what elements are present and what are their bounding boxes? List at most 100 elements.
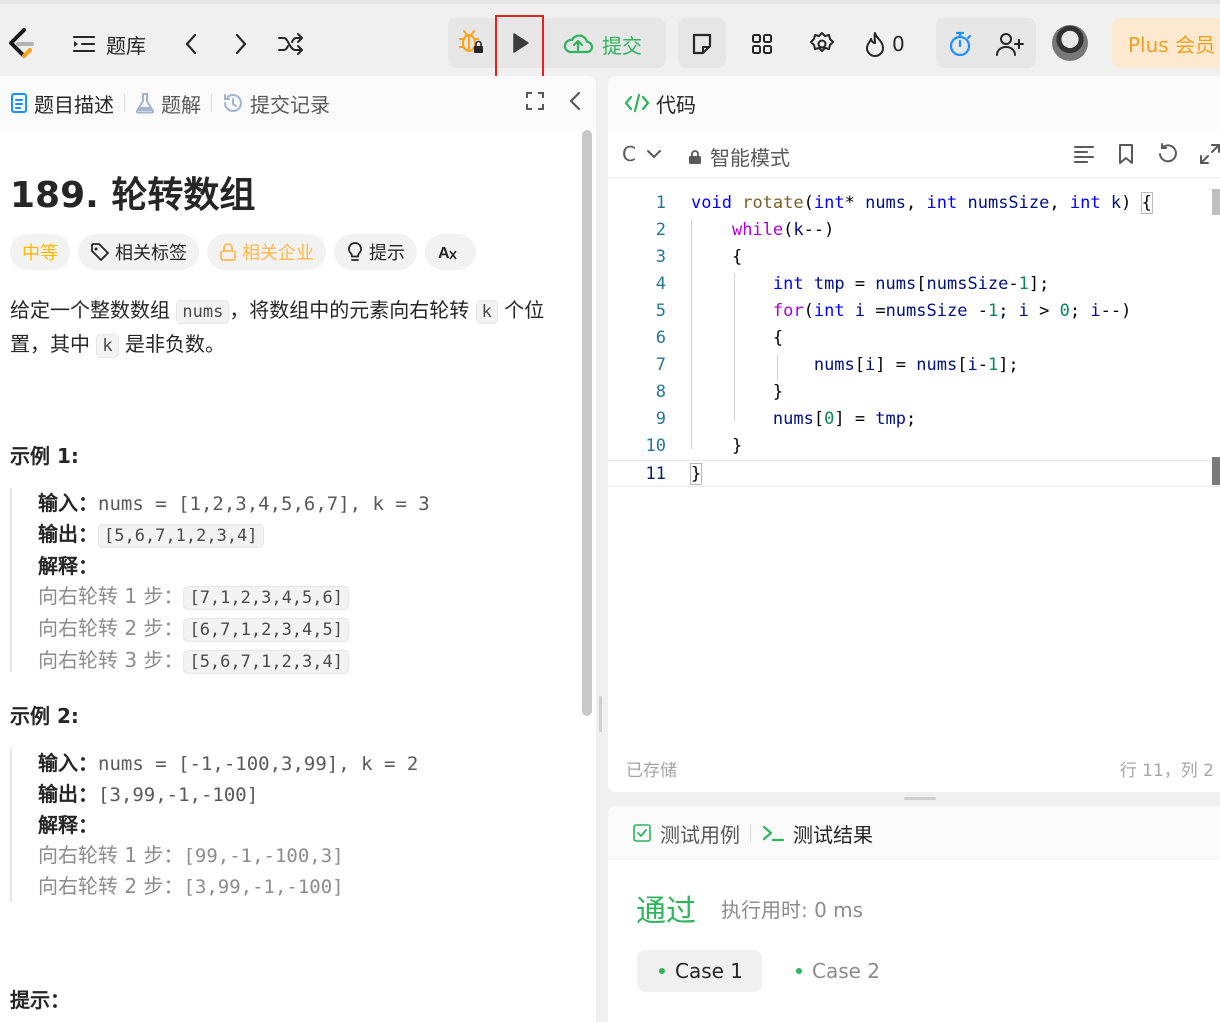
explanation-label: 解释： [38,554,98,578]
settings-button[interactable] [802,24,842,64]
reset-icon[interactable] [1156,142,1180,166]
streak-count: 0 [892,32,905,56]
hint-button[interactable]: 提示 [334,234,417,270]
tab-submissions[interactable]: 提交记录 [216,89,336,118]
run-button-highlight [495,15,544,78]
output-value: [3,99,-1,-100] [98,784,259,806]
code-line: 2 while(k--) [608,217,1220,244]
timer-button[interactable] [940,24,980,64]
step-value: [5,6,7,1,2,3,4] [183,650,349,674]
panel-resize-handle[interactable] [599,696,602,732]
smart-mode-toggle[interactable]: 智能模式 [688,142,790,171]
chevron-down-icon [646,150,661,159]
tab-test-result-label: 测试结果 [793,822,873,847]
tab-description[interactable]: 题目描述 [4,89,120,118]
plus-membership-button[interactable]: Plus 会员 [1112,18,1220,68]
layout-button[interactable] [742,24,782,64]
editor-title: 代码 [656,92,696,117]
tab-testcase[interactable]: 测试用例 [626,819,746,848]
submit-label: 提交 [602,33,642,58]
collapse-panel-icon[interactable] [568,90,582,112]
history-icon [224,94,242,112]
example-output-row: 输出：[3,99,-1,-100] [38,779,418,810]
prev-problem-button[interactable] [178,30,204,58]
format-code-icon[interactable] [1072,142,1096,166]
related-tags-button[interactable]: 相关标签 [78,234,199,270]
streak-counter[interactable]: 0 [864,26,905,62]
random-problem-button[interactable] [276,30,306,58]
code-editor-panel: 代码 C 智能模式 1 void rotate(int* nums, int nu… [608,76,1220,792]
tab-test-result[interactable]: 测试结果 [755,819,879,848]
code-line: 3 { [608,244,1220,271]
bookmark-icon[interactable] [1114,142,1138,166]
editor-overview-marker [1212,457,1220,485]
grid-icon [752,34,772,54]
top-navigation-bar: 题库 提交 0 Plus 会员 [0,0,1220,78]
debug-button[interactable] [452,22,492,64]
description-scrollbar[interactable] [582,130,592,716]
problem-tags: 中等 相关标签 相关企业 提示 A [10,234,476,270]
language-label: C [622,142,636,166]
editor-header: 代码 [608,76,1220,130]
tab-solutions[interactable]: 题解 [129,89,207,118]
step-value: [6,7,1,2,3,4,5] [183,618,349,642]
step-value: [7,1,2,3,4,5,6] [183,586,349,610]
related-companies-button[interactable]: 相关企业 [207,234,326,270]
constraints-title: 提示： [10,988,70,1012]
document-icon [11,93,27,113]
list-icon [73,36,95,52]
cloud-upload-icon [563,34,594,54]
expand-icon[interactable] [1198,142,1220,166]
inline-code: nums [176,300,230,324]
line-number: 3 [655,247,666,267]
translate-button[interactable]: A [425,234,476,270]
case-tab-2[interactable]: Case 2 [788,950,880,992]
output-value: [5,6,7,1,2,3,4] [98,524,264,548]
fullscreen-icon[interactable] [524,90,546,112]
editor-resize-handle[interactable] [904,797,936,800]
case-tab-1[interactable]: Case 1 [637,950,762,992]
tag-icon [91,243,109,261]
tab-separator [750,824,751,842]
line-number: 4 [655,274,666,294]
input-label: 输入： [38,491,98,515]
leetcode-logo-icon[interactable] [4,24,38,64]
code-line: 7 nums[i] = nums[i-1]; [608,352,1220,379]
example-2-title: 示例 2: [10,704,79,728]
step-text: 向右轮转 3 步： [38,648,184,672]
step-value: [99,-1,-100,3] [183,845,344,867]
code-editor[interactable]: 1 void rotate(int* nums, int numsSize, in… [608,179,1220,739]
step-text: 向右轮转 2 步： [38,874,184,898]
editor-status-bar: 已存储 行 11，列 2 [608,752,1220,792]
explanation-step: 向右轮转 3 步： [5,6,7,1,2,3,4] [38,645,430,677]
cursor-position: 行 11，列 2 [1119,761,1214,781]
line-number: 11 [645,464,666,484]
problem-title: 189. 轮转数组 [10,175,256,216]
code-line: 4 int tmp = nums[numsSize-1]; [608,271,1220,298]
problem-panel: 题目描述 题解 提交记录 189. 轮转数组 中等 相关标签 相关企业 提示 A… [0,76,596,1022]
step-text: 向右轮转 1 步： [38,584,184,608]
explanation-step: 向右轮转 2 步：[3,99,-1,-100] [38,871,418,902]
code-line-current: 11} [608,460,1220,487]
explanation-step: 向右轮转 1 步： [7,1,2,3,4,5,6] [38,581,430,613]
language-select[interactable]: C [622,142,662,166]
pass-dot-icon [796,968,802,974]
invite-button[interactable] [988,24,1032,64]
inline-code: k [475,300,498,324]
step-value: [3,99,-1,-100] [183,876,344,898]
add-user-icon [996,33,1024,56]
chevron-right-icon [235,33,247,55]
lightbulb-icon [348,242,362,261]
saved-status: 已存储 [626,761,677,781]
next-problem-button[interactable] [228,30,254,58]
step-text: 向右轮转 1 步： [38,843,184,867]
problem-list-button[interactable]: 题库 [72,28,146,60]
submit-button[interactable]: 提交 [562,26,642,62]
bug-lock-icon [459,30,483,53]
line-number: 7 [655,355,666,375]
avatar[interactable] [1052,25,1088,61]
notes-button[interactable] [682,24,722,64]
line-number: 8 [655,382,666,402]
editor-scrollbar[interactable] [1212,189,1220,215]
chevron-left-icon [185,33,197,55]
